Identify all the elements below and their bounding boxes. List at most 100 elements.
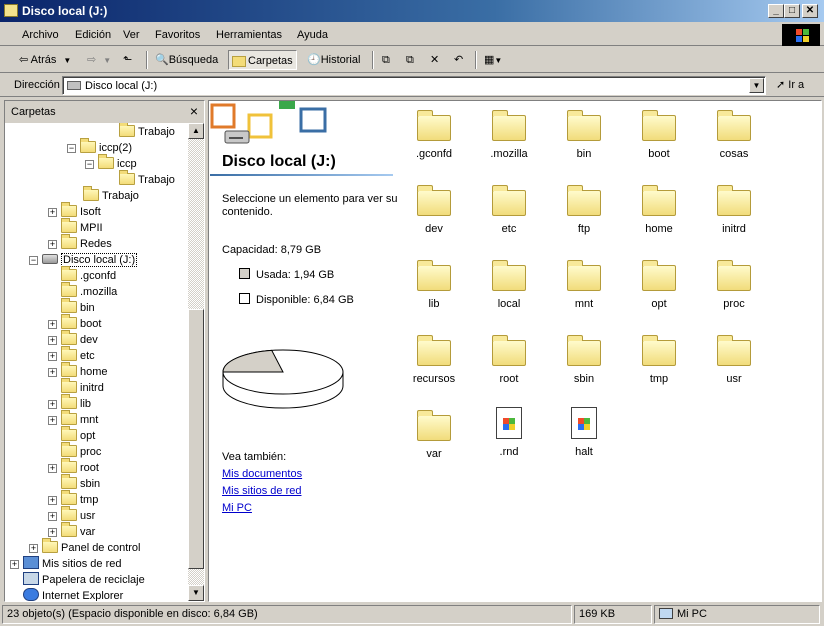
folder-item[interactable]: var bbox=[399, 407, 469, 460]
go-button[interactable]: ➚ Ir a bbox=[776, 78, 804, 91]
menu-ayuda[interactable]: Ayuda bbox=[297, 29, 328, 41]
expand-toggle[interactable]: + bbox=[48, 528, 57, 537]
link-network-places[interactable]: Mis sitios de red bbox=[222, 485, 301, 497]
folder-item[interactable]: bin bbox=[549, 107, 619, 160]
folders-button[interactable]: Carpetas bbox=[228, 50, 297, 70]
address-dropdown-button[interactable]: ▼ bbox=[749, 78, 764, 93]
tree-item[interactable]: + var bbox=[48, 522, 95, 540]
tree-item[interactable]: + Isoft bbox=[48, 202, 101, 220]
menu-herramientas[interactable]: Herramientas bbox=[216, 29, 282, 41]
tree-item[interactable]: Internet Explorer bbox=[10, 588, 123, 601]
expand-toggle[interactable]: + bbox=[48, 512, 57, 521]
tree-item[interactable]: bin bbox=[48, 298, 95, 316]
tree-item[interactable]: + Redes bbox=[48, 234, 112, 252]
tree-item[interactable]: Trabajo bbox=[83, 186, 139, 204]
back-button[interactable]: ⇦ Atrás ▼ bbox=[16, 50, 74, 70]
move-to-button[interactable]: ⧉ bbox=[379, 50, 393, 70]
tree-item[interactable]: + etc bbox=[48, 346, 95, 364]
expand-toggle[interactable]: + bbox=[10, 560, 19, 569]
title-bar[interactable]: Disco local (J:) _ □ ✕ bbox=[0, 0, 824, 22]
views-button[interactable]: ▦▼ bbox=[481, 50, 505, 70]
tree-item[interactable]: MPII bbox=[48, 218, 103, 236]
folder-item[interactable]: cosas bbox=[699, 107, 769, 160]
link-my-documents[interactable]: Mis documentos bbox=[222, 468, 302, 480]
folder-item[interactable]: .gconfd bbox=[399, 107, 469, 160]
folder-item[interactable]: local bbox=[474, 257, 544, 310]
expand-toggle[interactable]: + bbox=[48, 416, 57, 425]
folder-item[interactable]: lib bbox=[399, 257, 469, 310]
tree-item[interactable]: Trabajo bbox=[119, 170, 175, 188]
folder-item[interactable]: etc bbox=[474, 182, 544, 235]
forward-button[interactable]: ⇨ ▼ bbox=[84, 50, 114, 70]
tree-item[interactable]: Trabajo bbox=[119, 123, 175, 140]
tree-item[interactable]: + Mis sitios de red bbox=[10, 556, 121, 572]
history-button[interactable]: 🕘Historial bbox=[304, 50, 363, 70]
maximize-button[interactable]: □ bbox=[784, 4, 800, 18]
close-button[interactable]: ✕ bbox=[802, 4, 818, 18]
expand-toggle[interactable]: + bbox=[48, 352, 57, 361]
tree-item[interactable]: + Panel de control bbox=[29, 538, 141, 556]
folder-item[interactable]: recursos bbox=[399, 332, 469, 385]
tree-item[interactable]: + tmp bbox=[48, 490, 98, 508]
folder-item[interactable]: tmp bbox=[624, 332, 694, 385]
folder-item[interactable]: ftp bbox=[549, 182, 619, 235]
collapse-toggle[interactable]: − bbox=[67, 144, 76, 153]
expand-toggle[interactable]: + bbox=[48, 336, 57, 345]
expand-toggle[interactable]: + bbox=[48, 464, 57, 473]
minimize-button[interactable]: _ bbox=[768, 4, 784, 18]
delete-button[interactable]: ✕ bbox=[427, 50, 442, 70]
link-my-computer[interactable]: Mi PC bbox=[222, 502, 252, 514]
tree-item[interactable]: sbin bbox=[48, 474, 100, 492]
expand-toggle[interactable]: + bbox=[48, 320, 57, 329]
tree-item[interactable]: Papelera de reciclaje bbox=[10, 572, 145, 588]
tree-item[interactable]: + usr bbox=[48, 506, 95, 524]
expand-toggle[interactable]: + bbox=[48, 400, 57, 409]
file-item[interactable]: .rnd bbox=[474, 407, 544, 458]
up-folder-button[interactable]: ⬑ bbox=[120, 50, 135, 70]
tree-item[interactable]: proc bbox=[48, 442, 101, 460]
menu-edicion[interactable]: Edición bbox=[75, 29, 111, 41]
menu-favoritos[interactable]: Favoritos bbox=[155, 29, 200, 41]
file-item[interactable]: halt bbox=[549, 407, 619, 458]
tree-item[interactable]: − iccp bbox=[85, 154, 137, 172]
scroll-down-button[interactable]: ▼ bbox=[188, 585, 204, 601]
tree-item[interactable]: + root bbox=[48, 458, 99, 476]
tree-item[interactable]: .mozilla bbox=[48, 282, 117, 300]
expand-toggle[interactable]: + bbox=[48, 496, 57, 505]
tree-item[interactable]: .gconfd bbox=[48, 266, 116, 284]
tree-item[interactable]: initrd bbox=[48, 378, 104, 396]
tree-item-selected-drive[interactable]: − Disco local (J:) bbox=[29, 252, 138, 268]
scroll-up-button[interactable]: ▲ bbox=[188, 123, 204, 139]
folder-item[interactable]: proc bbox=[699, 257, 769, 310]
folder-item[interactable]: .mozilla bbox=[474, 107, 544, 160]
close-pane-button[interactable]: × bbox=[190, 103, 198, 119]
tree-item[interactable]: + boot bbox=[48, 314, 101, 332]
undo-button[interactable]: ↶ bbox=[451, 50, 466, 70]
vertical-scrollbar[interactable]: ▲ ▼ bbox=[188, 123, 204, 601]
folder-item[interactable]: dev bbox=[399, 182, 469, 235]
copy-to-button[interactable]: ⧉ bbox=[403, 50, 417, 70]
folder-item[interactable]: home bbox=[624, 182, 694, 235]
folder-item[interactable]: initrd bbox=[699, 182, 769, 235]
tree-item[interactable]: + mnt bbox=[48, 410, 98, 428]
menu-ver[interactable]: Ver bbox=[123, 29, 140, 41]
collapse-toggle[interactable]: − bbox=[85, 160, 94, 169]
folder-item[interactable]: sbin bbox=[549, 332, 619, 385]
expand-toggle[interactable]: + bbox=[48, 368, 57, 377]
expand-toggle[interactable]: + bbox=[29, 544, 38, 553]
search-button[interactable]: 🔍Búsqueda bbox=[152, 50, 221, 70]
address-input[interactable]: Disco local (J:) ▼ bbox=[62, 76, 766, 95]
folder-item[interactable]: mnt bbox=[549, 257, 619, 310]
folder-item[interactable]: boot bbox=[624, 107, 694, 160]
tree-item[interactable]: + dev bbox=[48, 330, 98, 348]
tree-item[interactable]: opt bbox=[48, 426, 95, 444]
scrollbar-thumb[interactable] bbox=[188, 309, 204, 569]
folder-item[interactable]: usr bbox=[699, 332, 769, 385]
menu-archivo[interactable]: Archivo bbox=[22, 29, 59, 41]
folder-item[interactable]: opt bbox=[624, 257, 694, 310]
folder-item[interactable]: root bbox=[474, 332, 544, 385]
expand-toggle[interactable]: + bbox=[48, 208, 57, 217]
tree-item[interactable]: + home bbox=[48, 362, 108, 380]
collapse-toggle[interactable]: − bbox=[29, 256, 38, 265]
expand-toggle[interactable]: + bbox=[48, 240, 57, 249]
